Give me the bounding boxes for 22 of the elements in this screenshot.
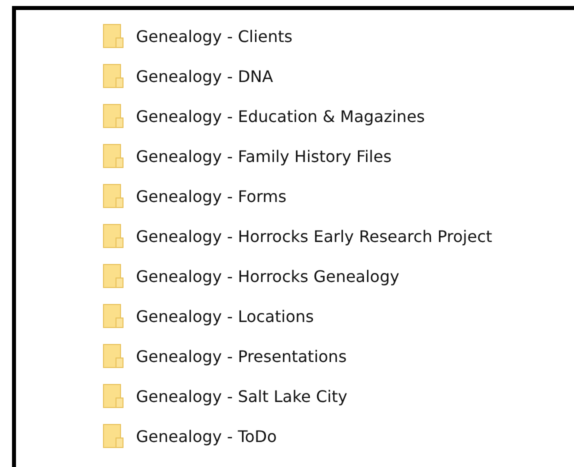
folder-icon — [103, 104, 124, 128]
folder-icon — [103, 344, 124, 368]
folder-name[interactable]: Genealogy - Locations — [136, 306, 314, 326]
folder-name[interactable]: Genealogy - Horrocks Genealogy — [136, 266, 400, 286]
folder-icon — [103, 304, 124, 328]
folder-name[interactable]: Genealogy - Horrocks Early Research Project — [136, 226, 492, 246]
folder-icon — [103, 184, 124, 208]
folder-icon — [103, 424, 124, 448]
folder-icon — [103, 264, 124, 288]
folder-icon — [103, 24, 124, 48]
folder-name[interactable]: Genealogy - DNA — [136, 66, 274, 86]
folder-name[interactable]: Genealogy - Forms — [136, 186, 286, 206]
folder-name[interactable]: Genealogy - Family History Files — [136, 146, 392, 166]
folder-name[interactable]: Genealogy - Education & Magazines — [136, 106, 425, 126]
folder-icon — [103, 144, 124, 168]
folder-icon — [103, 224, 124, 248]
folder-icon — [103, 384, 124, 408]
folder-name[interactable]: Genealogy - Salt Lake City — [136, 386, 348, 406]
folder-name[interactable]: Genealogy - Clients — [136, 26, 292, 46]
folder-name[interactable]: Genealogy - Presentations — [136, 346, 347, 366]
folder-name[interactable]: Genealogy - ToDo — [136, 426, 277, 446]
folder-icon — [103, 64, 124, 88]
